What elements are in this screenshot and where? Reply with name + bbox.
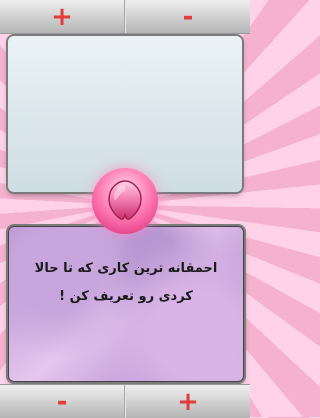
bottom-plus-button[interactable]: +	[126, 385, 250, 418]
bottom-minus-label: -	[56, 386, 68, 417]
top-minus-button[interactable]: -	[126, 0, 250, 33]
question-line-1: احمقانه ترین کاری که تا حالا	[34, 261, 218, 276]
bottom-plus-label: +	[177, 386, 199, 417]
bottom-player-card[interactable]: احمقانه ترین کاری که تا حالا کردی رو تعر…	[8, 226, 244, 382]
bottom-player-bar: - +	[0, 384, 250, 418]
heart-spin-button[interactable]	[92, 168, 158, 234]
question-text: احمقانه ترین کاری که تا حالا کردی رو تعر…	[9, 255, 243, 311]
top-minus-label: -	[182, 1, 194, 32]
question-line-2: کردی رو تعریف کن !	[59, 289, 193, 304]
heart-icon	[108, 180, 142, 220]
top-plus-label: +	[51, 1, 73, 32]
top-player-bar: + -	[0, 0, 250, 34]
bottom-minus-button[interactable]: -	[0, 385, 124, 418]
top-plus-button[interactable]: +	[0, 0, 124, 33]
